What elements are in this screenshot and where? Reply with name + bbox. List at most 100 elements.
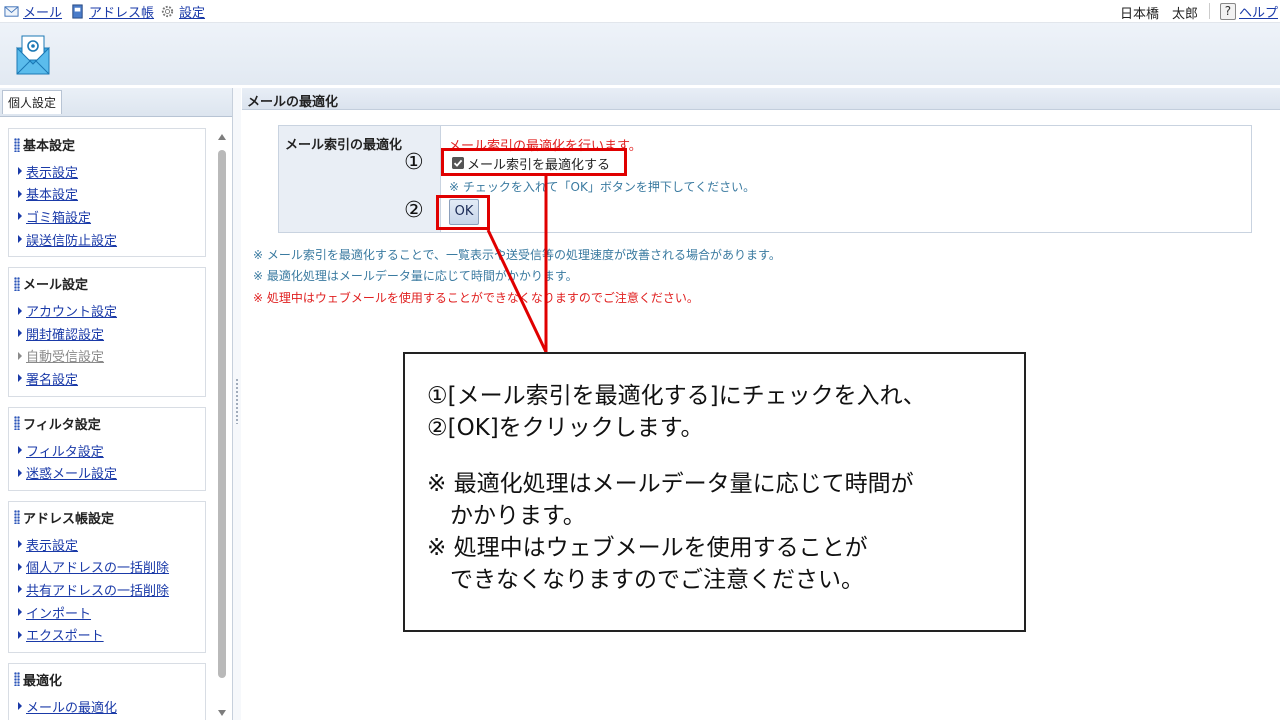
sidebar-menu: 基本設定 表示設定 基本設定 ゴミ箱設定 誤送信防止設定 メール設定 アカウント… (0, 128, 214, 720)
nav-addressbook[interactable]: アドレス帳 (70, 2, 154, 21)
sidebar-item-import[interactable]: インポート (18, 601, 205, 624)
scroll-down-icon[interactable] (218, 710, 226, 716)
menu-group-mail: メール設定 アカウント設定 開封確認設定 自動受信設定 署名設定 (8, 267, 206, 397)
sidebar-item-label[interactable]: アカウント設定 (26, 301, 117, 320)
sidebar-item-trash[interactable]: ゴミ箱設定 (18, 205, 205, 228)
arrow-bullet-icon (18, 468, 22, 477)
grip-icon (14, 137, 20, 152)
menu-group-basic: 基本設定 表示設定 基本設定 ゴミ箱設定 誤送信防止設定 (8, 128, 206, 258)
arrow-bullet-icon (18, 540, 22, 549)
grip-icon (14, 510, 20, 525)
menu-group-filter: フィルタ設定 フィルタ設定 迷惑メール設定 (8, 406, 206, 491)
sidebar-scrollbar[interactable] (216, 130, 228, 720)
sidebar-item-auto-receive: 自動受信設定 (18, 345, 205, 368)
grip-icon (14, 276, 20, 291)
callout-line: ※ 最適化処理はメールデータ量に応じて時間が (427, 471, 914, 497)
arrow-bullet-icon (18, 446, 22, 455)
menu-group-title: 最適化 (9, 670, 205, 695)
menu-group-optimize: 最適化 メールの最適化 (8, 662, 206, 720)
scroll-up-icon[interactable] (218, 134, 226, 140)
nav-addressbook-label[interactable]: アドレス帳 (89, 2, 154, 21)
sidebar-item-label[interactable]: ゴミ箱設定 (26, 207, 91, 226)
scrollbar-thumb[interactable] (218, 150, 226, 678)
sidebar-item-shared-delete[interactable]: 共有アドレスの一括削除 (18, 578, 205, 601)
check-instruction: ※ チェックを入れて「OK」ボタンを押下してください。 (449, 180, 756, 194)
divider (1209, 3, 1210, 19)
group-title-addressbook: アドレス帳設定 (23, 511, 115, 527)
arrow-bullet-icon (18, 212, 22, 221)
sidebar-item-spam[interactable]: 迷惑メール設定 (18, 461, 205, 484)
instruction-callout: ①[メール索引を最適化する]にチェックを入れ、 ②[OK]をクリックします。 ※… (403, 352, 1026, 632)
arrow-bullet-icon (18, 306, 22, 315)
arrow-bullet-icon (18, 167, 22, 176)
help-icon: ? (1219, 3, 1236, 20)
help-label[interactable]: ヘルプ (1239, 2, 1278, 21)
group-title-filter: フィルタ設定 (23, 417, 101, 433)
menu-group-title: フィルタ設定 (9, 414, 205, 439)
menu-group-title: 基本設定 (9, 135, 205, 160)
sidebar-item-label[interactable]: 誤送信防止設定 (26, 230, 117, 249)
highlight-checkbox (441, 148, 627, 176)
menu-group-title: メール設定 (9, 274, 205, 299)
sidebar-item-account[interactable]: アカウント設定 (18, 299, 205, 322)
note-duration: ※ 最適化処理はメールデータ量に応じて時間がかかります。 (253, 269, 578, 283)
arrow-bullet-icon (18, 329, 22, 338)
sidebar-item-signature[interactable]: 署名設定 (18, 367, 205, 390)
mail-icon (4, 6, 19, 17)
nav-mail[interactable]: メール (4, 2, 62, 21)
webmail-logo-icon (16, 35, 50, 75)
sidebar-item-basic[interactable]: 基本設定 (18, 183, 205, 206)
note-speed: ※ メール索引を最適化することで、一覧表示や送受信等の処理速度が改善される場合が… (253, 248, 781, 262)
note-warning: ※ 処理中はウェブメールを使用することができなくなりますのでご注意ください。 (253, 291, 699, 305)
arrow-bullet-icon (18, 562, 22, 571)
sidebar-item-label: 自動受信設定 (26, 350, 105, 366)
grip-icon (14, 416, 20, 431)
menu-group-addressbook: アドレス帳設定 表示設定 個人アドレスの一括削除 共有アドレスの一括削除 インポ… (8, 500, 206, 653)
highlight-ok-button (436, 195, 490, 230)
sidebar-item-label[interactable]: 迷惑メール設定 (26, 463, 117, 482)
group-title-mail: メール設定 (23, 278, 89, 294)
sidebar-item-read-receipt[interactable]: 開封確認設定 (18, 322, 205, 345)
arrow-bullet-icon (18, 630, 22, 639)
arrow-bullet-icon (18, 702, 22, 711)
nav-settings-label[interactable]: 設定 (179, 2, 205, 21)
arrow-bullet-icon (18, 585, 22, 594)
sidebar-item-filter[interactable]: フィルタ設定 (18, 439, 205, 462)
arrow-bullet-icon (18, 189, 22, 198)
callout-line: ②[OK]をクリックします。 (427, 415, 704, 441)
sidebar-item-label[interactable]: 署名設定 (26, 369, 78, 388)
sidebar-item-label[interactable]: エクスポート (26, 625, 104, 644)
app-header (0, 23, 1280, 85)
arrow-bullet-icon (18, 608, 22, 617)
nav-settings[interactable]: 設定 (160, 2, 205, 21)
help-link[interactable]: ? ヘルプ (1219, 2, 1278, 21)
sidebar-item-label[interactable]: フィルタ設定 (26, 441, 104, 460)
addressbook-icon (72, 4, 83, 19)
sidebar-item-label[interactable]: 表示設定 (26, 162, 78, 181)
sidebar-item-label[interactable]: メールの最適化 (26, 697, 117, 716)
sidebar-item-label[interactable]: 共有アドレスの一括削除 (26, 580, 169, 599)
tab-personal-settings[interactable]: 個人設定 (2, 90, 63, 114)
sidebar-item-label[interactable]: 個人アドレスの一括削除 (26, 557, 169, 576)
sidebar-item-missend[interactable]: 誤送信防止設定 (18, 228, 205, 251)
sidebar-item-label[interactable]: インポート (26, 603, 91, 622)
arrow-bullet-icon (18, 351, 22, 360)
sidebar-item-label[interactable]: 開封確認設定 (26, 324, 104, 343)
sidebar-item-export[interactable]: エクスポート (18, 623, 205, 646)
splitter-grip-icon (235, 378, 239, 424)
step-marker-2: ② (404, 198, 424, 223)
sidebar-item-label[interactable]: 基本設定 (26, 184, 78, 203)
sidebar-item-mail-optimize[interactable]: メールの最適化 (18, 695, 205, 718)
pane-splitter[interactable] (233, 88, 241, 720)
callout-line: ①[メール索引を最適化する]にチェックを入れ、 (427, 383, 926, 409)
sidebar-item-personal-delete[interactable]: 個人アドレスの一括削除 (18, 556, 205, 579)
arrow-bullet-icon (18, 374, 22, 383)
nav-mail-label[interactable]: メール (23, 2, 62, 21)
group-title-basic: 基本設定 (23, 139, 76, 154)
sidebar-item-label[interactable]: 表示設定 (26, 535, 78, 554)
gear-icon (161, 5, 174, 18)
callout-line: できなくなりますのでご注意ください。 (427, 567, 864, 593)
arrow-bullet-icon (18, 235, 22, 244)
sidebar-item-display[interactable]: 表示設定 (18, 160, 205, 183)
sidebar-item-ab-display[interactable]: 表示設定 (18, 533, 205, 556)
